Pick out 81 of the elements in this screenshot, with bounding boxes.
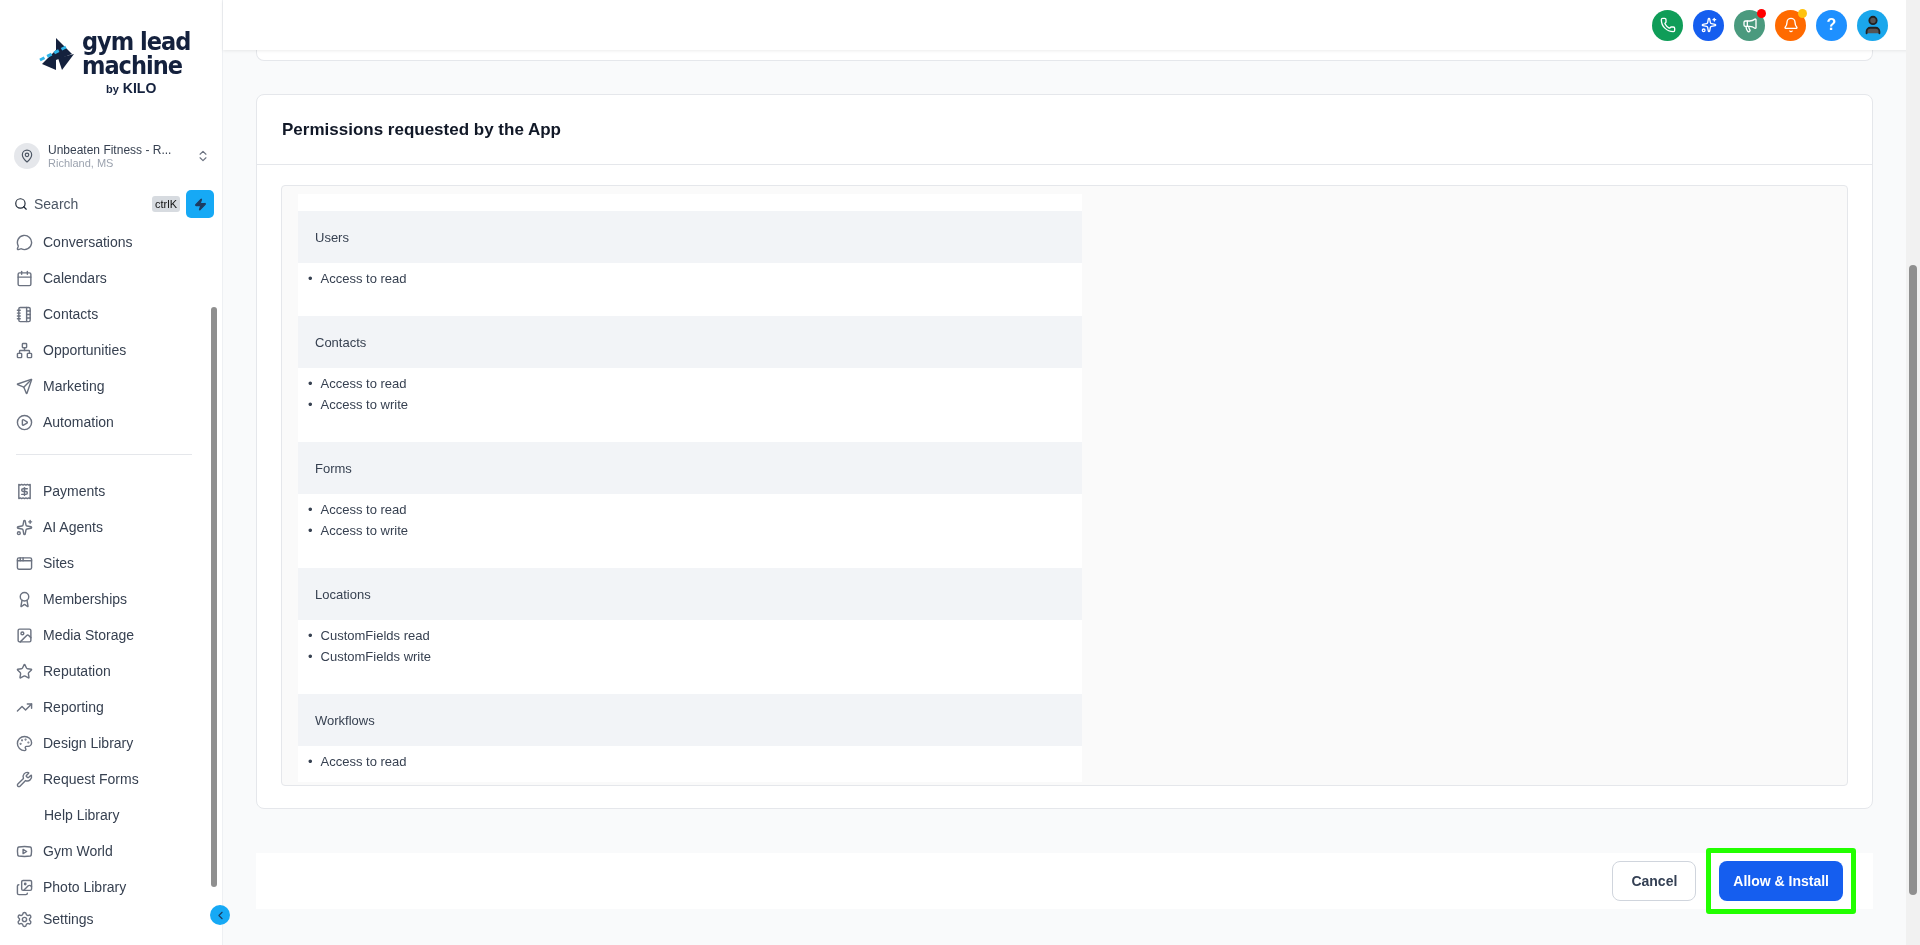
nav-icon [16,482,33,500]
nav-item[interactable]: Automation [0,404,208,440]
nav-item[interactable]: Media Storage [0,617,208,653]
lightning-icon [193,197,207,211]
nav-item[interactable]: Sites [0,545,208,581]
settings-icon [16,910,33,928]
permission-item: Access to write [320,396,408,414]
bell-icon [1782,17,1799,33]
account-name[interactable]: Unbeaten Fitness - R... [48,143,188,157]
permission-item: Access to write [320,522,408,540]
section-heading: Contacts [298,316,1082,368]
search-field[interactable]: Search [34,196,146,212]
nav-item[interactable]: Design Library [0,725,208,761]
logo-text: gym lead [82,30,191,54]
nav-item[interactable]: Settings [0,905,208,933]
nav-icon [16,377,33,395]
phone-button[interactable] [1652,9,1683,41]
bullet: • [308,396,313,414]
permission-item: Access to read [320,270,407,288]
permission-item: Access to read [320,375,407,393]
nav-icon [16,305,33,323]
nav-icon [16,269,33,287]
avatar[interactable] [1857,9,1888,41]
nav-item[interactable]: Contacts [0,296,208,332]
cancel-button[interactable]: Cancel [1612,861,1697,901]
section-heading: Users [298,211,1082,263]
section-heading: Workflows [298,694,1082,746]
permission-item: CustomFields write [320,648,432,666]
nav-icon [16,233,33,251]
nav-item[interactable]: Memberships [0,581,208,617]
scrollbar[interactable] [1906,0,1920,945]
nav-icon [16,662,33,680]
card-title: Permissions requested by the App [257,95,1872,165]
bullet: • [308,501,313,519]
nav-item[interactable]: Help Library [0,797,208,833]
sparkles-icon [1700,17,1717,33]
megaphone-icon [1741,17,1758,33]
megaphone-button[interactable] [1734,9,1765,41]
logo-brand: KILO [122,80,157,96]
nav-item[interactable]: Opportunities [0,332,208,368]
nav-item[interactable]: Marketing [0,368,208,404]
nav-icon [16,734,33,752]
logo-text: machine [82,54,183,78]
nav-icon [16,518,33,536]
allow-install-button[interactable]: Allow & Install [1719,861,1843,901]
quick-action-button[interactable] [186,190,214,218]
nav-icon [16,413,33,431]
search-icon [14,197,28,211]
section-heading: Forms [298,442,1082,494]
nav-item[interactable]: Conversations [0,224,208,260]
sparkles-button[interactable] [1693,9,1724,41]
nav-item[interactable]: Reporting [0,689,208,725]
bell-button[interactable] [1775,9,1806,41]
bullet: • [308,375,313,393]
account-location: Richland, MS [48,157,115,169]
logo-byline: by [106,83,119,95]
nav-item[interactable]: Payments [0,473,208,509]
bullet: • [308,270,313,288]
nav-icon [16,554,33,572]
nav-item[interactable]: Gym World [0,833,208,869]
nav-item[interactable]: Calendars [0,260,208,296]
location-icon [14,143,40,169]
permission-item: CustomFields read [320,627,430,645]
permission-item: Access to read [320,501,407,519]
permission-item: Access to read [320,753,407,771]
nav-icon [16,341,33,359]
nav-item[interactable]: Request Forms [0,761,208,797]
nav-icon [16,770,33,788]
bullet: • [308,522,313,540]
phone-icon [1659,17,1676,33]
bullet: • [308,753,313,771]
bullet: • [308,648,313,666]
nav-item[interactable]: AI Agents [0,509,208,545]
shortcut-key: ctrlK [152,196,180,212]
nav-item[interactable]: Photo Library [0,869,208,905]
section-heading: Locations [298,568,1082,620]
nav-icon [16,878,33,896]
nav-icon [16,626,33,644]
bullet: • [308,627,313,645]
collapse-button[interactable] [210,905,230,925]
nav-item[interactable]: Reputation [0,653,208,689]
